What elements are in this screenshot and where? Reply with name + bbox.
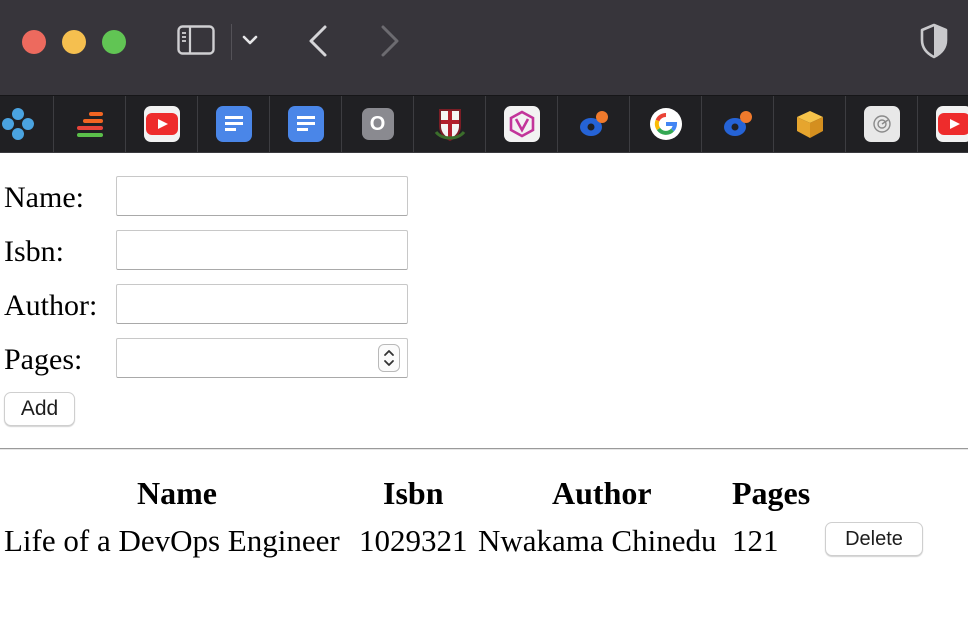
favorite-youtube[interactable] [126,96,198,152]
favorite-bubble-app-2[interactable] [702,96,774,152]
pages-stepper[interactable] [378,344,400,372]
stack-app-icon [76,112,103,137]
youtube-icon [143,106,180,142]
browser-titlebar [0,0,968,95]
favorite-google-docs-2[interactable] [270,96,342,152]
sidebar-toggle-icon[interactable] [177,25,215,55]
google-docs-icon [287,106,324,142]
minimize-window-button[interactable] [62,30,86,54]
bubble-app-icon [579,111,608,136]
favorite-youtube-2[interactable] [918,96,968,152]
favorite-google-docs[interactable] [198,96,270,152]
favorite-google[interactable] [630,96,702,152]
pages-label: Pages: [4,343,83,376]
header-author: Author [552,475,652,511]
cell-author: Nwakama Chinedu [478,523,717,558]
box-icon [796,111,823,138]
v-app-icon [503,106,540,142]
chevron-down-icon[interactable] [241,30,259,50]
favorite-bubble-app[interactable] [558,96,630,152]
youtube-icon [936,106,968,142]
o-app-letter: O [369,112,386,135]
isbn-label: Isbn: [4,235,64,268]
toolbar-divider [231,24,232,60]
delete-button[interactable]: Delete [825,522,923,556]
header-isbn: Isbn [383,475,444,511]
favorites-bar: O [0,95,968,153]
favorite-grid-app[interactable] [0,96,54,152]
zoom-window-button[interactable] [102,30,126,54]
favorite-spiral-app[interactable] [846,96,918,152]
section-divider [0,448,968,450]
add-button[interactable]: Add [4,392,75,426]
spiral-icon [863,106,900,142]
favorite-stack-app[interactable] [54,96,126,152]
crest-icon [434,109,465,142]
isbn-input[interactable] [116,230,408,270]
header-pages: Pages [732,475,811,511]
favorite-crest[interactable] [414,96,486,152]
close-window-button[interactable] [22,30,46,54]
favorite-v-app[interactable] [486,96,558,152]
name-input[interactable] [116,176,408,216]
google-icon [649,108,682,140]
back-arrow-icon[interactable] [305,22,333,60]
o-app-icon: O [361,108,394,140]
stepper-arrows-icon [384,350,394,366]
cell-name: Life of a DevOps Engineer [4,523,340,558]
grid-app-icon [1,108,34,140]
forward-arrow-icon[interactable] [375,22,403,60]
favorite-o-app[interactable]: O [342,96,414,152]
favorite-box-app[interactable] [774,96,846,152]
header-name: Name [137,475,217,511]
author-input[interactable] [116,284,408,324]
pages-input[interactable] [116,338,408,378]
author-label: Author: [4,289,98,322]
name-label: Name: [4,181,84,214]
cell-isbn: 1029321 [359,523,468,558]
cell-pages: 121 [732,523,779,558]
google-docs-icon [215,106,252,142]
privacy-shield-icon[interactable] [918,22,950,60]
bubble-app-icon [723,111,752,136]
